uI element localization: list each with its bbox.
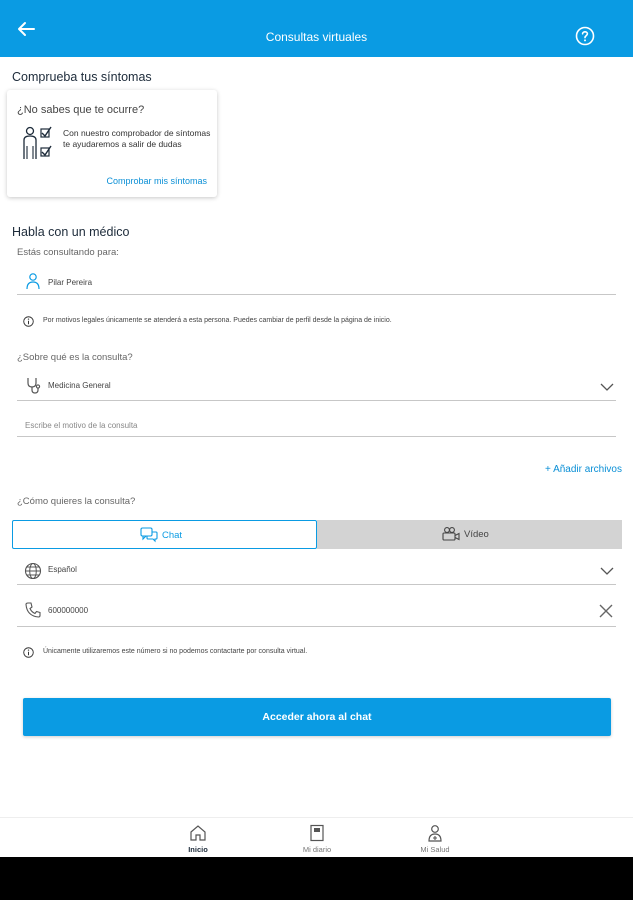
consultation-mode-toggle: Chat Vídeo [12, 520, 622, 549]
person-icon [26, 273, 40, 290]
doctor-section-title: Habla con un médico [12, 225, 130, 239]
app-bar: Consultas virtuales [0, 0, 633, 57]
system-navigation-bar [0, 857, 633, 900]
chevron-down-icon [600, 567, 614, 575]
phone-input[interactable]: 600000000 [17, 595, 616, 627]
symptom-checklist-icon [23, 126, 52, 159]
info-icon [23, 647, 34, 658]
chevron-down-icon [600, 383, 614, 391]
chat-bubbles-icon [140, 527, 158, 543]
video-camera-icon [442, 527, 460, 541]
language-value: Español [48, 565, 77, 574]
globe-icon [24, 562, 42, 580]
video-mode-option[interactable]: Vídeo [317, 520, 622, 549]
symptom-card-description: Con nuestro comprobador de síntomas te a… [63, 128, 211, 149]
symptoms-section-title: Comprueba tus síntomas [12, 70, 152, 84]
chat-mode-option[interactable]: Chat [12, 520, 317, 549]
stethoscope-icon [27, 378, 41, 394]
phone-icon [25, 602, 41, 618]
nav-item-inicio[interactable]: Inicio [163, 824, 233, 854]
nav-item-mi-diario[interactable]: Mi diario [282, 824, 352, 854]
topic-value: Medicina General [48, 381, 111, 390]
health-profile-icon [428, 825, 442, 842]
phone-notice-text: Únicamente utilizaremos este número si n… [43, 648, 308, 655]
phone-value: 600000000 [48, 606, 89, 615]
clear-icon[interactable] [598, 603, 614, 619]
bottom-navigation: Inicio Mi diario Mi Salud [0, 817, 633, 857]
topic-select[interactable]: Medicina General [17, 372, 616, 401]
language-select[interactable]: Español [17, 556, 616, 585]
nav-label-mi-diario: Mi diario [302, 845, 332, 854]
symptom-checker-card[interactable]: ¿No sabes que te ocurre? Con nuestro com… [7, 90, 217, 197]
help-icon[interactable] [575, 26, 595, 46]
mode-label: ¿Cómo quieres la consulta? [17, 496, 136, 507]
nav-label-inicio: Inicio [188, 845, 208, 854]
nav-item-mi-salud[interactable]: Mi Salud [400, 824, 470, 854]
patient-name: Pilar Pereira [48, 278, 93, 287]
reason-placeholder: Escribe el motivo de la consulta [25, 421, 138, 430]
info-icon [23, 316, 34, 327]
add-files-link[interactable]: + Añadir archivos [545, 464, 622, 475]
home-icon [190, 825, 206, 841]
symptom-card-question: ¿No sabes que te ocurre? [17, 104, 145, 116]
page-title: Consultas virtuales [265, 30, 368, 44]
nav-label-mi-salud: Mi Salud [420, 845, 450, 854]
consulting-for-label: Estás consultando para: [17, 247, 119, 258]
patient-legal-notice-text: Por motivos legales únicamente se atende… [43, 317, 392, 324]
topic-label: ¿Sobre qué es la consulta? [17, 352, 133, 363]
chat-mode-label: Chat [162, 530, 183, 541]
video-mode-label: Vídeo [464, 529, 489, 540]
diary-icon [310, 824, 324, 842]
reason-input[interactable]: Escribe el motivo de la consulta [17, 411, 616, 437]
patient-selector[interactable]: Pilar Pereira [17, 268, 616, 295]
start-chat-button[interactable]: Acceder ahora al chat [23, 698, 611, 736]
check-symptoms-link[interactable]: Comprobar mis síntomas [106, 176, 207, 186]
